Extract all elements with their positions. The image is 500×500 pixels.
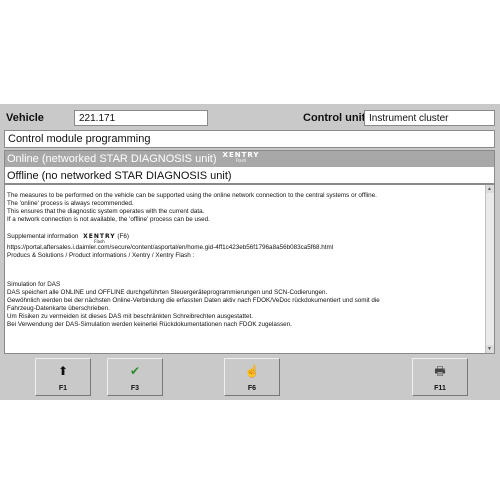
portal-url[interactable]: https://portal.aftersales.i.daimler.com/…	[7, 244, 485, 252]
xentry-flash-logo-small: XENTRY Flash	[83, 233, 116, 244]
f6-label: F6	[247, 385, 257, 392]
control-unit-field: Instrument cluster	[364, 110, 495, 126]
xentry-flash-logo: XENTRY Flash	[222, 151, 260, 163]
f3-label: F3	[130, 385, 140, 392]
info-text-area[interactable]: The measures to be performed on the vehi…	[4, 184, 495, 354]
mode-options: Online (networked STAR DIAGNOSIS unit) X…	[4, 150, 495, 184]
control-unit-label: Control unit	[303, 112, 366, 124]
supplemental-fkey: (F6)	[117, 233, 129, 240]
scroll-down-icon: ▼	[487, 346, 492, 352]
german-line: Simulation for DAS	[7, 281, 61, 288]
german-line: Bei Verwendung der DAS-Simulation werden…	[7, 321, 292, 328]
info-hand-icon: ☝	[244, 364, 260, 378]
f3-button[interactable]: ✔ F3	[107, 358, 163, 396]
option-online-label: Online (networked STAR DIAGNOSIS unit)	[7, 153, 217, 165]
info-line: If a network connection is not available…	[7, 216, 210, 223]
info-line: The 'online' process is always recommend…	[7, 200, 134, 207]
info-line: This ensures that the diagnostic system …	[7, 208, 205, 215]
f6-button[interactable]: ☝ F6	[224, 358, 280, 396]
f11-label: F11	[434, 385, 446, 392]
scroll-up-button[interactable]: ▲	[486, 185, 494, 193]
portal-path: Producs & Solutions / Product informatio…	[7, 252, 195, 259]
f1-label: F1	[58, 385, 68, 392]
german-line: Fahrzeug-Datenkarte überschrieben.	[7, 305, 110, 312]
vehicle-field: 221.171	[74, 110, 208, 126]
german-line: DAS speichert alle ONLINE und OFFLINE du…	[7, 289, 328, 296]
section-title: Control module programming	[4, 130, 495, 148]
info-line: The measures to be performed on the vehi…	[7, 192, 377, 199]
vertical-scrollbar[interactable]: ▲ ▼	[485, 185, 494, 353]
f1-button[interactable]: ⬆ F1	[35, 358, 91, 396]
supplemental-info: Supplemental information XENTRY Flash (F6…	[7, 233, 485, 244]
german-line: Gewöhnlich werden bei der nächsten Onlin…	[7, 297, 380, 304]
supplemental-label: Supplemental information	[7, 233, 79, 240]
printer-icon: 🖶	[434, 364, 446, 378]
f11-button[interactable]: 🖶 F11	[412, 358, 468, 396]
scroll-up-icon: ▲	[487, 186, 492, 192]
up-arrow-icon: ⬆	[57, 364, 69, 378]
vehicle-label: Vehicle	[6, 112, 44, 124]
option-online[interactable]: Online (networked STAR DIAGNOSIS unit) X…	[5, 151, 494, 167]
option-offline-label: Offline (no networked STAR DIAGNOSIS uni…	[7, 170, 232, 182]
scroll-down-button[interactable]: ▼	[486, 345, 494, 353]
option-offline[interactable]: Offline (no networked STAR DIAGNOSIS uni…	[5, 168, 494, 184]
das-window: Vehicle 221.171 Control unit Instrument …	[0, 104, 500, 400]
header-bar: Vehicle 221.171 Control unit Instrument …	[4, 108, 496, 130]
checkmark-icon: ✔	[129, 364, 141, 378]
german-line: Um Risiken zu vermeiden ist dieses DAS m…	[7, 313, 254, 320]
